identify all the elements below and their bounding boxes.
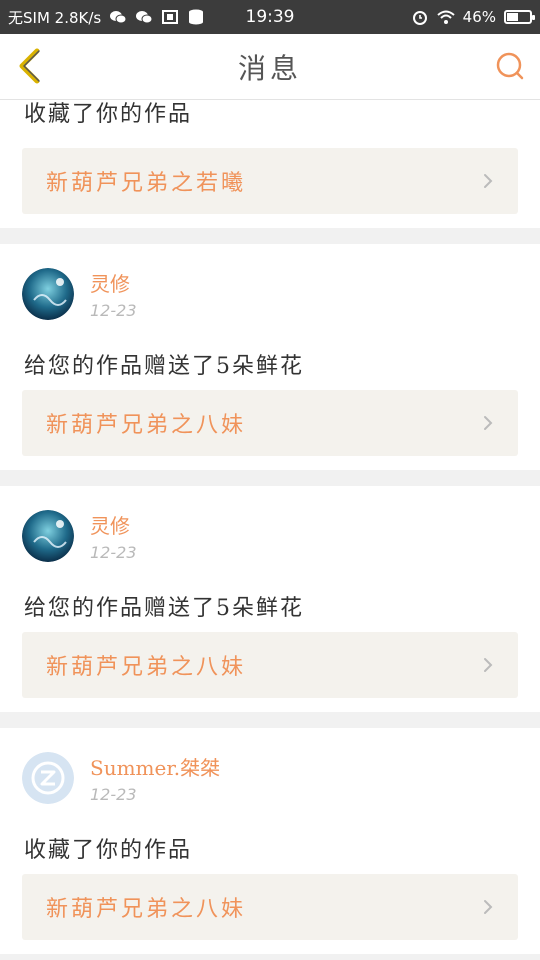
message-card: 灵修 12-23 给您的作品赠送了5朵鲜花 新葫芦兄弟之八妹 bbox=[0, 486, 540, 712]
message-text: 收藏了你的作品 bbox=[24, 102, 193, 127]
work-title: 新葫芦兄弟之八妹 bbox=[46, 897, 247, 922]
battery-percent: 46% bbox=[462, 8, 496, 26]
message-card: 灵修 12-23 给您的作品赠送了5朵鲜花 新葫芦兄弟之八妹 bbox=[0, 244, 540, 470]
message-text: 给您的作品赠送了5朵鲜花 bbox=[24, 596, 304, 621]
chevron-right-icon bbox=[484, 174, 493, 188]
user-avatar[interactable] bbox=[22, 510, 74, 562]
user-avatar[interactable] bbox=[22, 268, 74, 320]
battery-icon bbox=[504, 10, 535, 24]
carrier-speed-text: 无SIM 2.8K/s bbox=[8, 8, 102, 27]
avatar-lingxiu bbox=[22, 268, 74, 320]
status-bar: 无SIM 2.8K/s 19:39 46% bbox=[0, 0, 540, 34]
page-title: 消息 bbox=[237, 51, 302, 85]
card-header: 灵修 12-23 bbox=[22, 508, 137, 564]
avatar-lingxiu bbox=[22, 510, 74, 562]
message-text: 收藏了你的作品 bbox=[24, 838, 193, 863]
message-list[interactable]: 收藏了你的作品 新葫芦兄弟之若曦 灵修 12-23 给您的作品赠送了5朵鲜花 新… bbox=[0, 100, 540, 960]
search-icon bbox=[496, 52, 524, 80]
message-text: 给您的作品赠送了5朵鲜花 bbox=[24, 354, 304, 379]
back-button[interactable] bbox=[10, 46, 50, 86]
card-header: Summer.桀桀 12-23 bbox=[22, 750, 220, 806]
user-name[interactable]: Summer.桀桀 bbox=[90, 752, 220, 781]
message-date: 12-23 bbox=[90, 301, 137, 320]
chevron-right-icon bbox=[484, 416, 493, 430]
work-link[interactable]: 新葫芦兄弟之若曦 bbox=[22, 148, 518, 214]
user-avatar[interactable] bbox=[22, 752, 74, 804]
chevron-left-icon bbox=[19, 48, 40, 84]
screenshot-icon bbox=[162, 10, 179, 24]
message-card: Summer.桀桀 12-23 收藏了你的作品 新葫芦兄弟之八妹 bbox=[0, 728, 540, 954]
user-name[interactable]: 灵修 bbox=[90, 510, 137, 539]
work-link[interactable]: 新葫芦兄弟之八妹 bbox=[22, 874, 518, 940]
work-link[interactable]: 新葫芦兄弟之八妹 bbox=[22, 632, 518, 698]
message-card: 收藏了你的作品 新葫芦兄弟之若曦 bbox=[0, 100, 540, 228]
user-name[interactable]: 灵修 bbox=[90, 268, 137, 297]
wechat-icon bbox=[136, 11, 153, 24]
alarm-icon bbox=[412, 11, 427, 25]
work-title: 新葫芦兄弟之八妹 bbox=[46, 413, 247, 438]
storage-icon bbox=[189, 9, 204, 25]
avatar-default-qq bbox=[22, 752, 74, 804]
card-header: 灵修 12-23 bbox=[22, 266, 137, 322]
search-button[interactable] bbox=[490, 46, 530, 86]
work-title: 新葫芦兄弟之八妹 bbox=[46, 655, 247, 680]
app-header: 消息 bbox=[0, 34, 540, 100]
message-date: 12-23 bbox=[90, 543, 137, 562]
message-date: 12-23 bbox=[90, 785, 137, 804]
chevron-right-icon bbox=[484, 900, 493, 914]
work-title: 新葫芦兄弟之若曦 bbox=[46, 171, 247, 196]
wechat-icon bbox=[110, 11, 127, 24]
work-link[interactable]: 新葫芦兄弟之八妹 bbox=[22, 390, 518, 456]
chevron-right-icon bbox=[484, 658, 493, 672]
wifi-icon bbox=[436, 10, 455, 24]
